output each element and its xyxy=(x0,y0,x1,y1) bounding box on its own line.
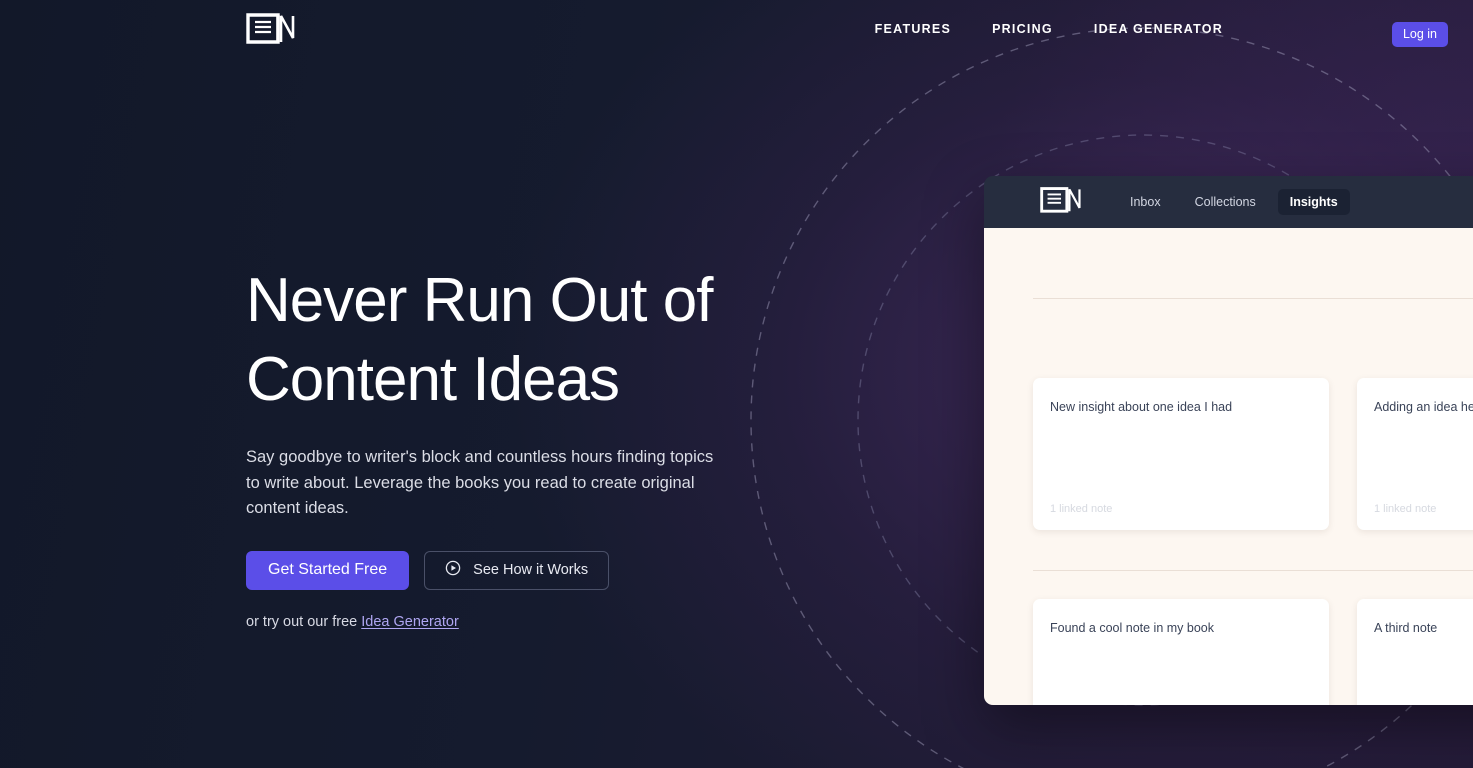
page-title: Never Run Out of Content Ideas xyxy=(246,266,713,414)
app-ten-logo-icon xyxy=(1040,186,1082,218)
nav-links: FEATURES PRICING IDEA GENERATOR xyxy=(875,22,1223,36)
nav-item-features[interactable]: FEATURES xyxy=(875,22,951,36)
note-card-title: Adding an idea here xyxy=(1374,400,1473,414)
see-how-it-works-label: See How it Works xyxy=(473,562,589,579)
note-card-meta: 1 linked note xyxy=(1050,503,1113,515)
nav-item-pricing[interactable]: PRICING xyxy=(992,22,1053,36)
note-card-title: New insight about one idea I had xyxy=(1050,400,1233,414)
note-card-title: Found a cool note in my book xyxy=(1050,621,1214,635)
idea-generator-link[interactable]: Idea Generator xyxy=(361,614,459,630)
note-card[interactable]: A third note 1 linked note xyxy=(1357,599,1473,705)
note-card-row: New insight about one idea I had 1 linke… xyxy=(1033,378,1473,530)
login-button[interactable]: Log in xyxy=(1391,22,1448,47)
app-preview-window: Inbox Collections Insights New insight a… xyxy=(984,176,1473,705)
brand-logo-link[interactable] xyxy=(246,12,296,50)
divider xyxy=(1033,298,1473,299)
tryout-prefix: or try out our free xyxy=(246,613,362,630)
note-card[interactable]: New insight about one idea I had 1 linke… xyxy=(1033,378,1329,530)
nav-item-idea-generator[interactable]: IDEA GENERATOR xyxy=(1094,22,1223,36)
app-tab-inbox[interactable]: Inbox xyxy=(1118,189,1173,215)
ten-document-logo-icon xyxy=(246,13,295,44)
note-card-row: Found a cool note in my book 1 linked no… xyxy=(1033,599,1473,705)
note-card-title: A third note xyxy=(1374,621,1438,635)
hero-actions: Get Started Free See How it Works xyxy=(246,550,746,590)
app-tab-collections[interactable]: Collections xyxy=(1183,189,1268,215)
get-started-button[interactable]: Get Started Free xyxy=(246,550,410,590)
hero-subtitle: Say goodbye to writer's block and countl… xyxy=(246,448,714,518)
app-body: New insight about one idea I had 1 linke… xyxy=(984,228,1473,705)
note-card[interactable]: Adding an idea here 1 linked note xyxy=(1357,378,1473,530)
hero-section: Never Run Out of Content Ideas Say goodb… xyxy=(246,262,746,630)
app-header: Inbox Collections Insights xyxy=(984,176,1473,228)
note-card[interactable]: Found a cool note in my book 1 linked no… xyxy=(1033,599,1329,705)
divider xyxy=(1033,570,1473,571)
see-how-it-works-button[interactable]: See How it Works xyxy=(424,550,610,590)
hero-tryout-text: or try out our free Idea Generator xyxy=(246,614,746,630)
app-tab-insights[interactable]: Insights xyxy=(1277,189,1350,215)
top-navigation-bar: FEATURES PRICING IDEA GENERATOR Log in xyxy=(0,0,1473,64)
play-circle-icon xyxy=(445,560,461,580)
note-card-meta: 1 linked note xyxy=(1374,503,1437,515)
